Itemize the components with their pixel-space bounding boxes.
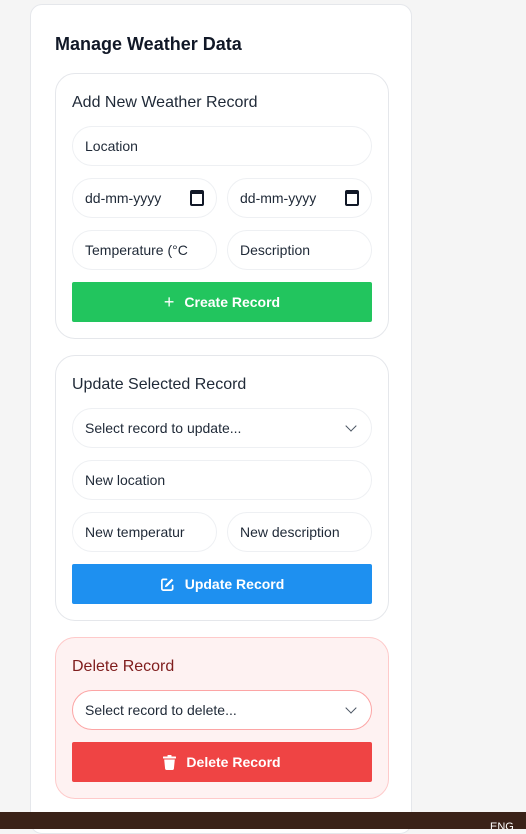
new-temperature-placeholder: New temperatur — [85, 524, 185, 540]
start-date-input[interactable]: dd-mm-yyyy — [72, 178, 217, 218]
new-description-input[interactable]: New description — [227, 512, 372, 552]
chevron-down-icon — [345, 701, 357, 714]
new-location-input[interactable]: New location — [72, 460, 372, 500]
delete-record-button[interactable]: Delete Record — [72, 742, 372, 782]
new-description-placeholder: New description — [240, 524, 340, 540]
panel-title: Manage Weather Data — [55, 34, 242, 54]
delete-record-card: Delete Record Select record to delete...… — [55, 637, 389, 799]
new-location-placeholder: New location — [85, 472, 166, 488]
update-button-label: Update Record — [184, 576, 285, 592]
end-date-input[interactable]: dd-mm-yyyy — [227, 178, 372, 218]
start-date-placeholder: dd-mm-yyyy — [85, 190, 162, 206]
create-card-title: Add New Weather Record — [72, 94, 258, 111]
update-select-value: Select record to update... — [85, 420, 242, 436]
delete-record-select[interactable]: Select record to delete... — [72, 690, 372, 730]
update-card-title: Update Selected Record — [72, 376, 247, 393]
chevron-down-icon — [345, 419, 357, 432]
create-button-label: Create Record — [184, 294, 281, 310]
create-record-card: Add New Weather Record Location dd-mm-yy… — [55, 73, 389, 339]
description-placeholder: Description — [240, 242, 311, 258]
calendar-icon[interactable] — [190, 190, 204, 206]
temperature-input[interactable]: Temperature (°C — [72, 230, 217, 270]
location-input[interactable]: Location — [72, 126, 372, 166]
plus-icon: + — [163, 292, 175, 312]
create-record-button[interactable]: + Create Record — [72, 282, 372, 322]
delete-select-value: Select record to delete... — [85, 702, 237, 718]
trash-icon — [163, 754, 177, 770]
temperature-placeholder: Temperature (°C — [85, 242, 188, 258]
taskbar: ENG — [0, 812, 526, 829]
location-placeholder: Location — [85, 138, 138, 154]
update-record-button[interactable]: Update Record — [72, 564, 372, 604]
language-indicator[interactable]: ENG — [490, 821, 514, 829]
delete-button-label: Delete Record — [186, 754, 281, 770]
new-temperature-input[interactable]: New temperatur — [72, 512, 217, 552]
delete-card-title: Delete Record — [72, 658, 175, 675]
description-input[interactable]: Description — [227, 230, 372, 270]
update-record-card: Update Selected Record Select record to … — [55, 355, 389, 621]
end-date-placeholder: dd-mm-yyyy — [240, 190, 317, 206]
calendar-icon[interactable] — [345, 190, 359, 206]
update-record-select[interactable]: Select record to update... — [72, 408, 372, 448]
manage-weather-panel: Manage Weather Data Add New Weather Reco… — [30, 4, 412, 834]
edit-icon — [160, 578, 174, 591]
